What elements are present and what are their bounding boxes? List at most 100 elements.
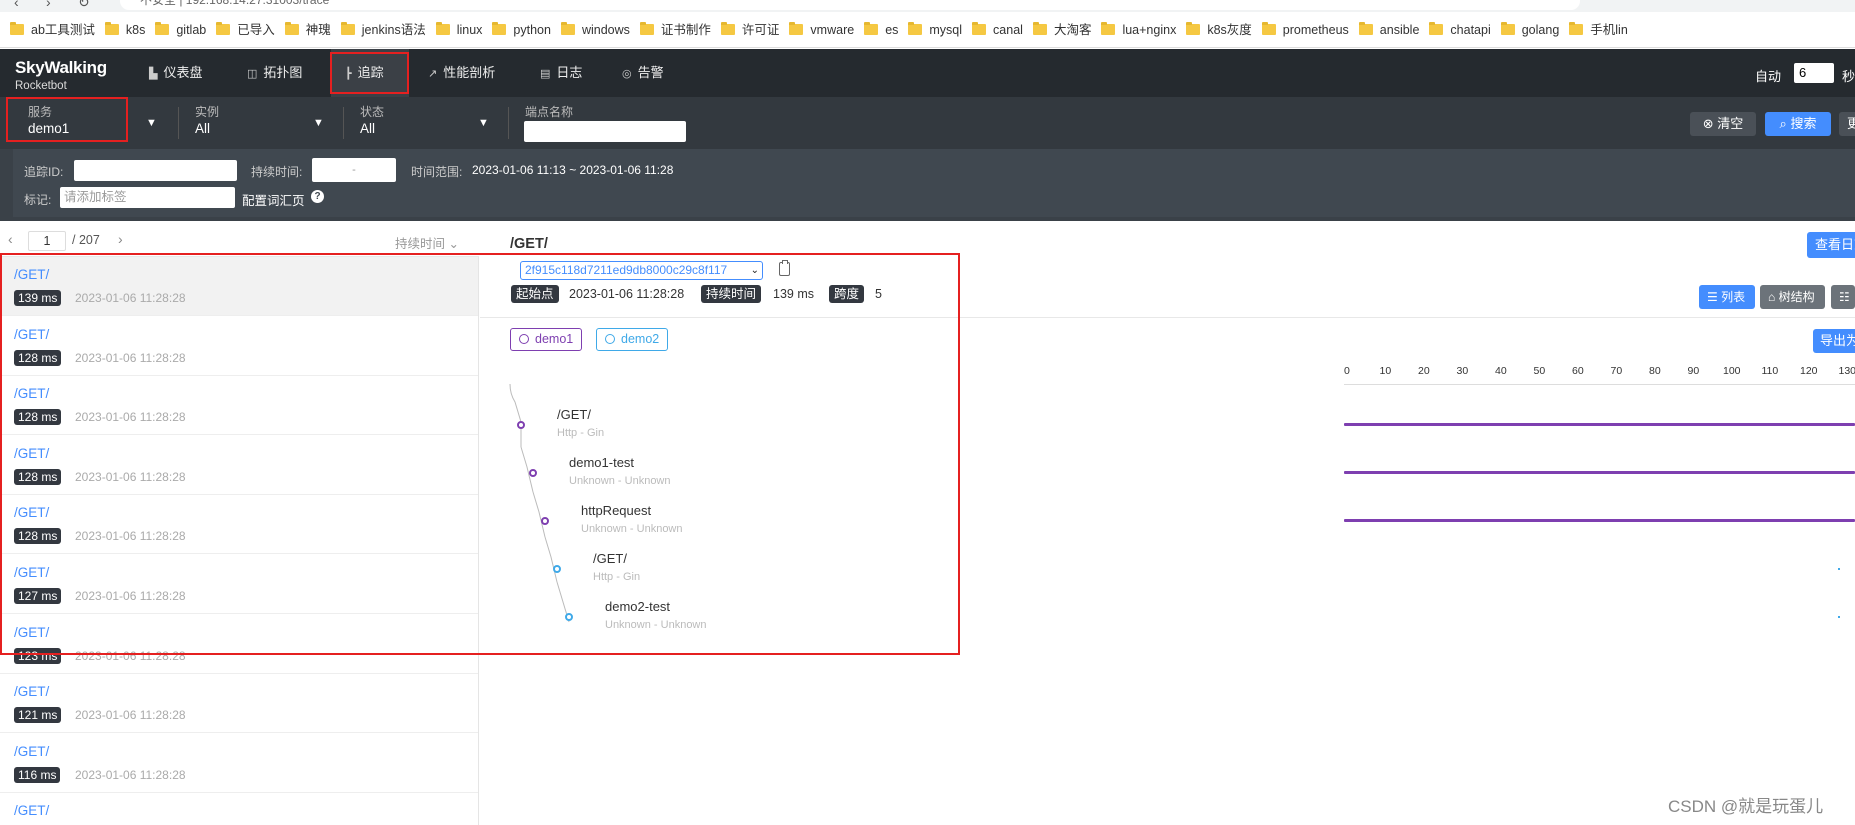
bookmark-item[interactable]: mysql: [908, 12, 962, 47]
trace-list-item[interactable]: /GET/: [0, 793, 478, 825]
bookmark-item[interactable]: jenkins语法: [340, 12, 426, 47]
auto-refresh-input[interactable]: 6: [1794, 63, 1834, 83]
span-node[interactable]: [565, 613, 573, 621]
trace-list-item[interactable]: /GET/128 ms 2023-01-06 11:28:28: [0, 376, 478, 436]
trace-id-select[interactable]: 2f915c118d7211ed9db8000c29c8f117 ⌄: [520, 261, 763, 280]
tree-view-button[interactable]: ⌂ 树结构: [1760, 285, 1825, 309]
bookmark-item[interactable]: lua+nginx: [1101, 12, 1176, 47]
span-name[interactable]: /GET/: [557, 407, 591, 422]
nav-item[interactable]: ┣ 追踪: [331, 49, 409, 97]
trace-endpoint-link[interactable]: /GET/: [14, 744, 49, 759]
bookmark-item[interactable]: python: [492, 12, 551, 47]
trace-list-item[interactable]: /GET/139 ms 2023-01-06 11:28:28: [0, 257, 478, 316]
nav-icon: ↗: [428, 68, 438, 80]
bookmark-item[interactable]: gitlab: [155, 12, 206, 47]
bookmark-item[interactable]: 手机lin: [1569, 12, 1628, 47]
duration-sort[interactable]: 持续时间 ⌄: [395, 233, 459, 252]
trace-endpoint-link[interactable]: /GET/: [14, 267, 49, 282]
back-icon[interactable]: ‹: [14, 0, 19, 10]
trace-list-item[interactable]: /GET/127 ms 2023-01-06 11:28:28: [0, 555, 478, 614]
bookmark-item[interactable]: k8s灰度: [1186, 12, 1252, 47]
span-duration-bar[interactable]: [1344, 471, 1855, 474]
service-select[interactable]: 服务 demo1 ▼: [28, 103, 168, 143]
nav-item[interactable]: ↗ 性能剖析: [428, 49, 495, 97]
nav-item[interactable]: ▤ 日志: [540, 49, 582, 97]
bookmark-item[interactable]: 大淘客: [1032, 12, 1091, 47]
tags-input[interactable]: 请添加标签: [60, 187, 235, 208]
span-name[interactable]: demo1-test: [569, 455, 634, 470]
folder-icon: [104, 22, 119, 35]
endpoint-input[interactable]: [524, 121, 686, 142]
bookmark-item[interactable]: golang: [1500, 12, 1559, 47]
clear-button[interactable]: ⊗ 清空: [1690, 112, 1756, 136]
more-button[interactable]: 更: [1839, 112, 1855, 136]
trace-endpoint-link[interactable]: /GET/: [14, 505, 49, 520]
time-range-value[interactable]: 2023-01-06 11:13 ~ 2023-01-06 11:28: [472, 163, 673, 177]
bookmark-item[interactable]: ab工具测试: [10, 12, 95, 47]
span-duration-bar[interactable]: [1344, 423, 1855, 426]
nav-item[interactable]: ◫ 拓扑图: [247, 49, 302, 97]
span-name[interactable]: /GET/: [593, 551, 627, 566]
span-duration-bar[interactable]: [1838, 568, 1840, 570]
folder-icon: [10, 22, 24, 35]
forward-icon[interactable]: ›: [46, 0, 51, 10]
list-view-label: 列表: [1721, 290, 1746, 304]
bookmark-item[interactable]: vmware: [789, 12, 854, 47]
search-icon: ⌕: [1779, 116, 1791, 131]
nav-item[interactable]: ◎ 告警: [622, 49, 664, 97]
bookmark-item[interactable]: prometheus: [1261, 12, 1349, 47]
copy-icon[interactable]: [779, 260, 790, 276]
trace-id-input[interactable]: [74, 160, 237, 181]
nav-item[interactable]: ▙ 仪表盘: [149, 49, 202, 97]
duration-input[interactable]: -: [312, 158, 396, 182]
bookmark-item[interactable]: es: [864, 12, 898, 47]
table-view-button[interactable]: ☷: [1831, 285, 1855, 309]
export-button[interactable]: 导出为: [1813, 329, 1855, 353]
span-node[interactable]: [529, 469, 537, 477]
trace-list-item[interactable]: /GET/128 ms 2023-01-06 11:28:28: [0, 495, 478, 555]
address-bar[interactable]: 不安全 | 192.168.14.27:31003/trace: [120, 0, 1580, 10]
page-input[interactable]: 1: [28, 231, 66, 251]
prev-page-icon[interactable]: ‹: [8, 231, 13, 247]
trace-list-item[interactable]: /GET/128 ms 2023-01-06 11:28:28: [0, 435, 478, 495]
trace-list-item[interactable]: /GET/116 ms 2023-01-06 11:28:28: [0, 733, 478, 793]
bookmark-item[interactable]: k8s: [104, 12, 145, 47]
bookmark-item[interactable]: 已导入: [216, 12, 275, 47]
span-name[interactable]: demo2-test: [605, 599, 670, 614]
bookmark-item[interactable]: chatapi: [1429, 12, 1491, 47]
bookmark-item[interactable]: ansible: [1358, 12, 1419, 47]
folder-icon: [340, 22, 355, 35]
bookmark-item[interactable]: 许可证: [720, 12, 779, 47]
span-duration-bar[interactable]: [1838, 616, 1840, 618]
trace-list-item[interactable]: /GET/121 ms 2023-01-06 11:28:28: [0, 674, 478, 734]
span-name[interactable]: httpRequest: [581, 503, 651, 518]
reload-icon[interactable]: ↻: [78, 0, 90, 11]
help-icon[interactable]: ?: [311, 190, 324, 203]
instance-select[interactable]: 实例 All ▼: [195, 103, 330, 143]
span-node[interactable]: [517, 421, 525, 429]
trace-endpoint-link[interactable]: /GET/: [14, 446, 49, 461]
trace-endpoint-link[interactable]: /GET/: [14, 386, 49, 401]
trace-endpoint-link[interactable]: /GET/: [14, 625, 49, 640]
bookmark-item[interactable]: linux: [435, 12, 482, 47]
bookmark-item[interactable]: windows: [560, 12, 630, 47]
status-select[interactable]: 状态 All ▼: [360, 103, 495, 143]
next-page-icon[interactable]: ›: [118, 231, 123, 247]
bookmark-item[interactable]: 证书制作: [639, 12, 711, 47]
trace-list-item[interactable]: /GET/128 ms 2023-01-06 11:28:28: [0, 316, 478, 376]
search-button[interactable]: ⌕ 搜索: [1765, 112, 1831, 136]
config-vocab-link[interactable]: 配置词汇页: [242, 190, 305, 209]
folder-icon: [560, 22, 575, 35]
span-duration-bar[interactable]: [1344, 519, 1855, 522]
span-node[interactable]: [541, 517, 549, 525]
span-node[interactable]: [553, 565, 561, 573]
list-view-button[interactable]: ☰ 列表: [1699, 285, 1755, 309]
trace-endpoint-link[interactable]: /GET/: [14, 565, 49, 580]
bookmark-item[interactable]: 神瑰: [284, 12, 331, 47]
trace-endpoint-link[interactable]: /GET/: [14, 327, 49, 342]
trace-list-item[interactable]: /GET/123 ms 2023-01-06 11:28:28: [0, 614, 478, 674]
trace-endpoint-link[interactable]: /GET/: [14, 803, 49, 818]
view-log-button[interactable]: 查看日志: [1807, 232, 1855, 258]
bookmark-item[interactable]: canal: [972, 12, 1023, 47]
trace-endpoint-link[interactable]: /GET/: [14, 684, 49, 699]
